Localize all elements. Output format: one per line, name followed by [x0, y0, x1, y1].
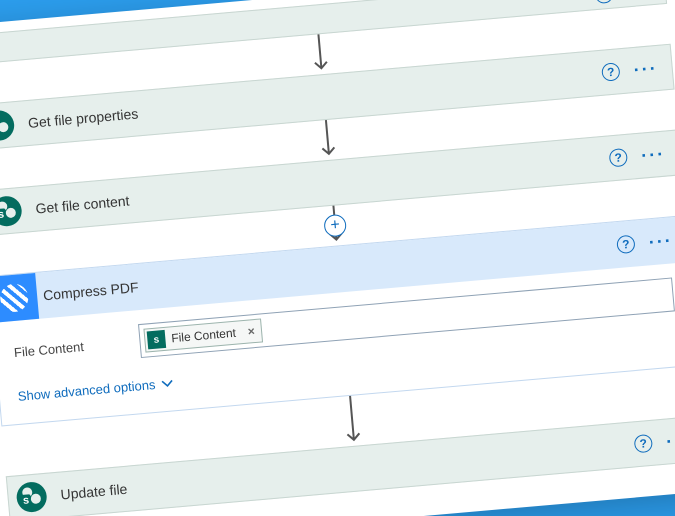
connector-arrow[interactable]: [309, 34, 330, 75]
step-title: Get file content: [28, 150, 609, 217]
show-advanced-options-link[interactable]: Show advanced options: [17, 375, 174, 404]
advanced-options-label: Show advanced options: [17, 377, 156, 404]
token-label: File Content: [170, 326, 236, 346]
help-icon[interactable]: ?: [633, 434, 653, 454]
help-icon[interactable]: ?: [594, 0, 614, 4]
flow-canvas: ? ··· s Get file properties ? ··· s Get …: [0, 0, 675, 516]
help-icon[interactable]: ?: [608, 148, 628, 168]
more-icon[interactable]: ···: [641, 154, 665, 156]
sharepoint-icon: s: [0, 101, 24, 151]
step-title: Get file properties: [21, 65, 602, 132]
flow-container: ? ··· s Get file properties ? ··· s Get …: [0, 0, 675, 516]
more-icon[interactable]: ···: [648, 240, 672, 242]
step-card-get-file-properties[interactable]: s Get file properties ? ···: [0, 44, 674, 151]
param-label: File Content: [13, 335, 124, 360]
sharepoint-icon: s: [6, 472, 56, 516]
dynamic-content-token[interactable]: s File Content ×: [143, 318, 262, 352]
connector-arrow-with-add[interactable]: +: [324, 205, 345, 246]
step-card-compress-pdf: Compress PDF ? ··· File Content s File C…: [0, 215, 675, 426]
compress-pdf-icon: [0, 273, 39, 323]
sharepoint-icon: s: [146, 330, 166, 350]
help-icon[interactable]: ?: [601, 62, 621, 82]
more-icon[interactable]: ···: [666, 439, 675, 441]
step-card-update-file[interactable]: s Update file ? ···: [5, 415, 675, 516]
sharepoint-icon: [0, 31, 16, 65]
step-title: [15, 0, 595, 46]
connector-arrow[interactable]: [341, 395, 363, 446]
remove-token-button[interactable]: ×: [247, 324, 255, 339]
sharepoint-icon: s: [0, 186, 31, 236]
help-icon[interactable]: ?: [616, 235, 636, 255]
step-title: Update file: [53, 436, 634, 503]
more-icon[interactable]: ···: [633, 68, 657, 70]
chevron-down-icon: [160, 375, 173, 391]
connector-arrow[interactable]: [316, 119, 337, 160]
